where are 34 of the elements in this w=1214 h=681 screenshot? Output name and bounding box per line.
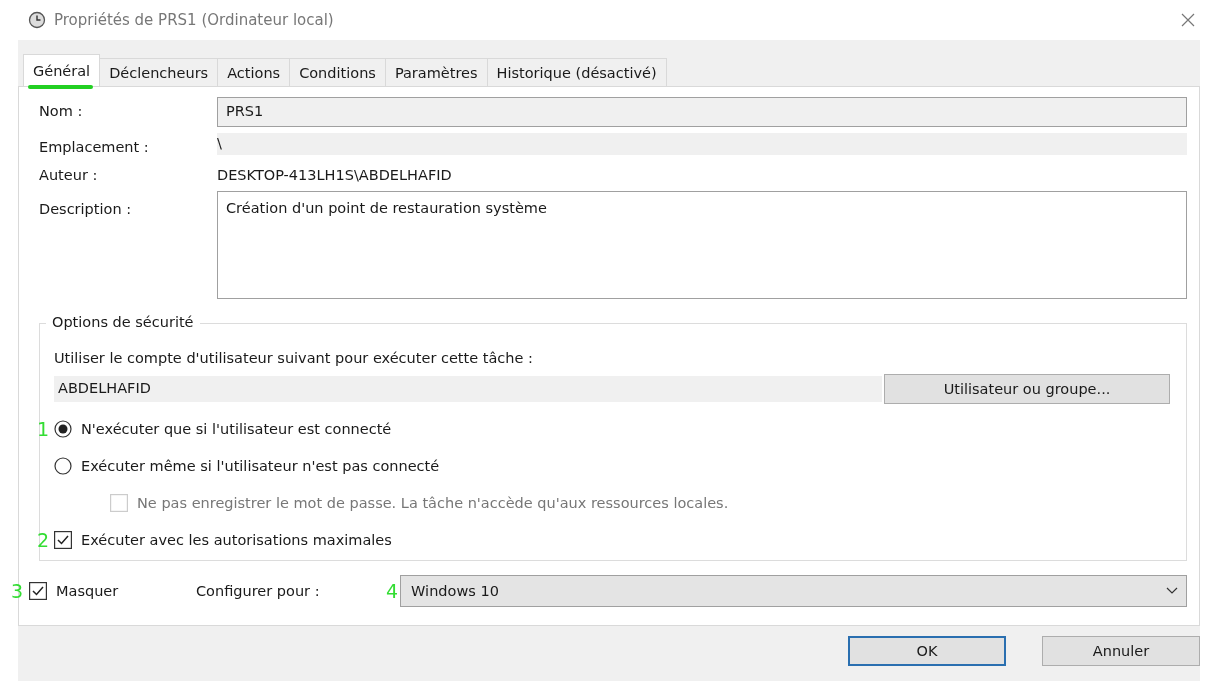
option-label: Exécuter même si l'utilisateur n'est pas connecté (81, 457, 440, 474)
annotation-number: 2 (37, 528, 50, 551)
account-field: ABDELHAFID (54, 376, 882, 402)
user-group-button[interactable]: Utilisateur ou groupe... (884, 374, 1170, 404)
annotation-number: 3 (11, 580, 24, 602)
option-label: Masquer (56, 583, 120, 599)
radio-button[interactable] (54, 419, 72, 438)
chevron-down-icon (1166, 587, 1178, 595)
radio-button[interactable] (54, 456, 72, 475)
option-label: N'exécuter que si l'utilisateur est connecté (81, 420, 392, 437)
configure-label: Configurer pour : (196, 583, 321, 599)
field-label: Auteur : (39, 166, 99, 183)
clock-icon (28, 11, 46, 29)
field-label: Nom : (39, 102, 84, 119)
group-title: Options de sécurité (46, 314, 200, 330)
annotation-number: 1 (37, 417, 50, 440)
author-value: DESKTOP-413LH1S\ABDELHAFID (217, 166, 453, 185)
annotation-number: 4 (386, 580, 399, 602)
window-title: Propriétés de PRS1 (Ordinateur local) (54, 11, 335, 29)
field-label: Description : (39, 200, 133, 217)
location-field: \ (217, 133, 1187, 155)
tab[interactable]: Général (23, 54, 101, 86)
checkbox[interactable] (29, 582, 47, 600)
dialog-button[interactable]: OK (848, 636, 1006, 666)
checkbox[interactable] (54, 530, 72, 549)
configure-dropdown[interactable]: Windows 10 (400, 575, 1187, 607)
option-label: Exécuter avec les autorisations maximales (81, 531, 392, 548)
account-label: Utiliser le compte d'utilisateur suivant pour exécuter cette tâche : (54, 350, 534, 366)
description-field[interactable]: Création d'un point de restauration système (217, 191, 1187, 299)
field-label: Emplacement : (39, 138, 150, 155)
option-label: Ne pas enregistrer le mot de passe. La tâche n'accède qu'aux ressources locales. (137, 494, 729, 511)
name-field[interactable]: PRS1 (217, 97, 1187, 127)
dialog-button[interactable]: Annuler (1042, 636, 1200, 666)
tab[interactable]: Historique (désactivé) (486, 58, 667, 86)
